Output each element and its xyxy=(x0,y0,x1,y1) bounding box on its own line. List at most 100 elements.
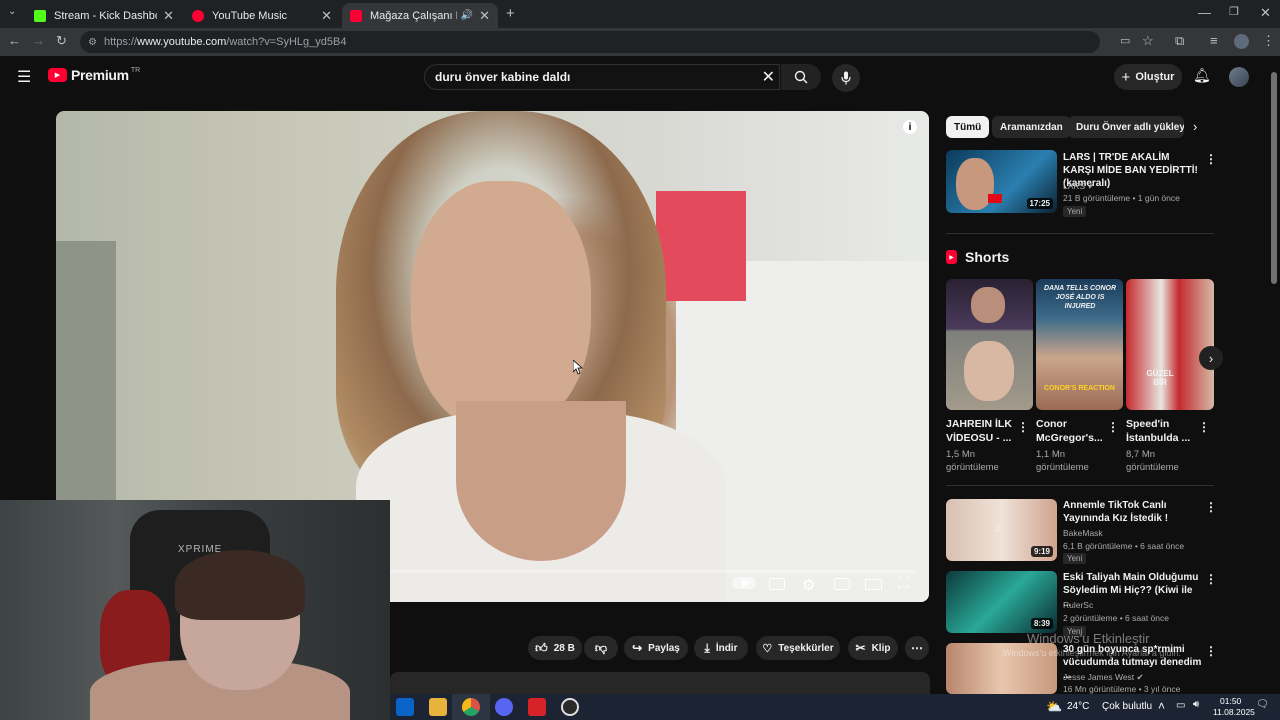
divider xyxy=(946,485,1214,486)
subtitles-icon[interactable] xyxy=(769,578,785,590)
bookmark-star-icon[interactable]: ☆ xyxy=(1142,33,1154,49)
video-channel[interactable]: RulerSc xyxy=(1063,599,1093,611)
short-overlay-text: DANA TELLS CONOR JOSÉ ALDO IS INJURED xyxy=(1043,285,1117,310)
obs-studio-icon[interactable] xyxy=(561,698,579,716)
video-thumbnail[interactable]: 8:39 xyxy=(946,571,1057,633)
share-button[interactable]: ↪ Paylaş xyxy=(624,636,688,660)
search-input[interactable]: duru önver kabine daldı ✕ xyxy=(424,64,780,90)
search-button[interactable] xyxy=(781,64,821,90)
short-title[interactable]: JAHREIN İLK VİDEOSU - ... xyxy=(946,417,1016,445)
video-menu-icon[interactable]: ⋮ xyxy=(1205,152,1217,166)
clear-search-icon[interactable]: ✕ xyxy=(762,67,775,87)
voice-search-button[interactable] xyxy=(832,64,860,92)
video-menu-icon[interactable]: ⋮ xyxy=(1205,572,1217,586)
close-tab-icon[interactable]: ✕ xyxy=(163,8,174,24)
chip-all[interactable]: Tümü xyxy=(946,116,990,138)
audio-playing-icon[interactable]: 🔊 xyxy=(461,10,473,21)
notifications-icon[interactable]: 🗨︎ xyxy=(1256,699,1269,710)
clock-time[interactable]: 01:50 xyxy=(1220,696,1241,706)
clock-date[interactable]: 11.08.2025 xyxy=(1213,707,1255,717)
video-duration: 9:19 xyxy=(1030,546,1053,557)
settings-gear-icon[interactable]: ⚙ xyxy=(802,576,815,594)
video-thumbnail[interactable]: ♪ 9:19 xyxy=(946,499,1057,561)
tab-youtube-music[interactable]: YouTube Music ✕ xyxy=(184,3,340,28)
volume-icon[interactable]: 🔊︎ xyxy=(1193,699,1199,710)
weather-cloud-icon[interactable]: ⛅ xyxy=(1046,699,1062,715)
short-menu-icon[interactable]: ⋮ xyxy=(1017,420,1029,434)
short-thumbnail[interactable]: DANA TELLS CONOR JOSÉ ALDO IS INJURED CO… xyxy=(1036,279,1123,410)
discord-icon[interactable] xyxy=(495,698,513,716)
page-scrollbar[interactable] xyxy=(1271,72,1277,284)
video-title[interactable]: Annemle TikTok Canlı Yayınında Kız İsted… xyxy=(1063,499,1203,525)
video-channel[interactable]: Jesse James West ✔ xyxy=(1063,671,1144,683)
short-menu-icon[interactable]: ⋮ xyxy=(1107,420,1119,434)
file-explorer-icon[interactable] xyxy=(429,698,447,716)
scissors-icon: ✂ xyxy=(855,641,866,655)
chip-channel[interactable]: Duru Önver adlı yükleyic xyxy=(1068,116,1184,138)
reload-icon[interactable]: ↻ xyxy=(56,33,67,49)
youtube-logo[interactable]: ▶ Premium TR xyxy=(48,67,140,83)
back-icon[interactable]: ← xyxy=(8,33,21,48)
close-tab-icon[interactable]: ✕ xyxy=(479,8,490,24)
create-button[interactable]: + Oluştur xyxy=(1114,64,1182,90)
like-button[interactable]: 👍︎ 28 B xyxy=(528,636,582,660)
download-icon: ⤓ xyxy=(704,640,710,655)
chip-from-your-search[interactable]: Aramanızdan xyxy=(992,116,1071,138)
dislike-button[interactable]: 👎︎ xyxy=(584,636,618,660)
search-value: duru önver kabine daldı xyxy=(435,70,571,84)
tray-overflow-chevron-icon[interactable]: ˄ xyxy=(1158,699,1165,713)
short-views: 1,1 Mn xyxy=(1036,449,1066,460)
short-title[interactable]: Conor McGregor's... xyxy=(1036,417,1106,445)
shorts-next-chevron-icon[interactable]: › xyxy=(1199,346,1223,370)
video-info-icon[interactable]: i xyxy=(903,120,917,134)
miniplayer-icon[interactable] xyxy=(834,578,850,590)
more-actions-button[interactable]: ⋯ xyxy=(905,636,929,660)
thanks-button[interactable]: ♡ Teşekkürler xyxy=(756,636,840,660)
short-menu-icon[interactable]: ⋮ xyxy=(1198,420,1210,434)
site-info-icon[interactable]: ⚙ xyxy=(88,37,97,48)
description-box[interactable] xyxy=(390,672,930,694)
restore-icon[interactable]: ❐ xyxy=(1229,5,1239,18)
tab-kick-dashboard[interactable]: Stream - Kick Dashboard ✕ xyxy=(26,3,182,28)
outlook-icon[interactable] xyxy=(396,698,414,716)
video-menu-icon[interactable]: ⋮ xyxy=(1205,500,1217,514)
tab-search-icon[interactable]: ⌄ xyxy=(8,6,16,17)
fullscreen-icon[interactable]: ⛶ xyxy=(898,575,909,592)
profile-avatar[interactable] xyxy=(1234,34,1249,49)
short-views-label: görüntüleme xyxy=(946,462,999,473)
short-thumbnail[interactable] xyxy=(946,279,1033,410)
url-domain: www.youtube.com xyxy=(137,36,227,48)
chrome-menu-icon[interactable]: ⋮ xyxy=(1262,33,1275,49)
video-channel[interactable]: LARS ✔ xyxy=(1063,180,1095,192)
account-avatar[interactable] xyxy=(1229,67,1249,87)
minimize-icon[interactable]: — xyxy=(1198,5,1211,20)
theater-mode-icon[interactable] xyxy=(865,579,882,590)
tab-youtube-video[interactable]: Mağaza Çalışanı Kabine Gi 🔊 ✕ xyxy=(342,3,498,28)
close-tab-icon[interactable]: ✕ xyxy=(321,8,332,24)
hamburger-menu-icon[interactable]: ☰ xyxy=(17,67,31,87)
short-title[interactable]: Speed'in İstanbulda ... xyxy=(1126,417,1196,445)
short-thumbnail[interactable]: GÜZEL BİR xyxy=(1126,279,1214,410)
media-controls-icon[interactable]: ≡ xyxy=(1210,33,1218,48)
weather-desc[interactable]: Çok bulutlu xyxy=(1102,701,1152,712)
url-prefix: https:// xyxy=(104,36,138,48)
cast-icon[interactable]: ▭ xyxy=(1120,34,1130,47)
winrar-icon[interactable] xyxy=(528,698,546,716)
notifications-bell-icon[interactable]: 🔔︎ xyxy=(1193,67,1211,84)
url-bar[interactable]: ⚙ https://www.youtube.com/watch?v=SyHLg_… xyxy=(80,31,1100,53)
new-tab-icon[interactable]: + xyxy=(506,5,515,22)
video-meta: 21 B görüntüleme • 1 gün önce xyxy=(1063,193,1180,203)
video-channel[interactable]: BakeMask xyxy=(1063,527,1103,539)
chips-next-chevron-icon[interactable]: › xyxy=(1193,119,1197,134)
network-icon[interactable]: ▭ xyxy=(1176,700,1185,711)
clip-button[interactable]: ✂ Klip xyxy=(848,636,898,660)
extensions-icon[interactable]: ⧉ xyxy=(1175,33,1184,49)
forward-icon[interactable]: → xyxy=(32,33,45,48)
video-frame-polka-box xyxy=(656,191,746,301)
weather-temp[interactable]: 24°C xyxy=(1067,701,1089,712)
download-button[interactable]: ⤓ İndir xyxy=(694,636,748,660)
close-window-icon[interactable]: ✕ xyxy=(1260,5,1271,21)
thumbs-up-icon: 👍︎ xyxy=(535,640,548,655)
address-toolbar: ← → ↻ ⚙ https://www.youtube.com/watch?v=… xyxy=(0,28,1280,56)
video-thumbnail[interactable]: 17:25 xyxy=(946,150,1057,213)
